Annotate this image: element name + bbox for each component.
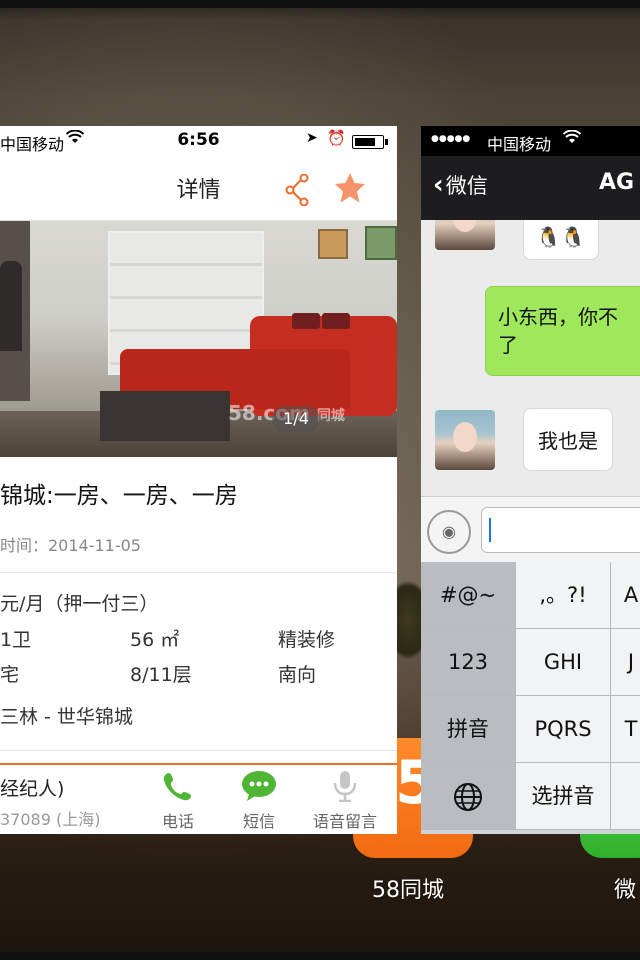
- agent-phone: 37089 (上海): [0, 810, 101, 829]
- key-ghi[interactable]: GHI: [516, 629, 611, 696]
- agent-name: 经纪人): [0, 778, 65, 800]
- photo-painting: [365, 226, 397, 260]
- app-card-wechat-chat[interactable]: ●●●●● 中国移动 ‹微信 AG 🐧🐧 小东西，你不 了 我也是 ◉ #@~ …: [421, 126, 640, 834]
- key-numbers[interactable]: 123: [421, 629, 516, 696]
- wifi-icon: [562, 129, 582, 148]
- alarm-icon: ⏰: [327, 129, 346, 147]
- message-input[interactable]: [481, 507, 640, 553]
- key-jkl[interactable]: J: [611, 629, 640, 696]
- key-symbols[interactable]: #@~: [421, 562, 516, 629]
- sms-label: 短信: [242, 812, 275, 831]
- key-tuv[interactable]: T: [611, 696, 640, 763]
- photo-cushion: [322, 313, 350, 329]
- globe-icon[interactable]: [421, 763, 516, 830]
- attr-type: 宅: [0, 664, 20, 686]
- voice-message-label: 语音留言: [312, 812, 377, 831]
- key-space[interactable]: [611, 763, 640, 830]
- key-pqrs[interactable]: PQRS: [516, 696, 611, 763]
- text-cursor: [489, 518, 491, 542]
- photo-counter: 1/4: [272, 406, 320, 432]
- voice-input-icon[interactable]: ◉: [427, 510, 471, 554]
- back-button[interactable]: ‹微信: [433, 170, 488, 200]
- location-text: 三林 - 世华锦城: [0, 706, 133, 728]
- photo-cushion: [292, 313, 320, 329]
- location-arrow-icon: ➤: [306, 130, 318, 146]
- divider: [0, 572, 397, 573]
- listing-photo[interactable]: 58.com 同城 1/4: [0, 221, 397, 457]
- input-toolbar: ◉: [421, 496, 640, 563]
- chat-message-list[interactable]: 🐧🐧 小东西，你不 了 我也是: [421, 220, 640, 496]
- favorite-star-icon[interactable]: [333, 171, 367, 205]
- message-bubble[interactable]: 我也是: [523, 408, 613, 471]
- divider: [0, 750, 397, 751]
- contact-avatar[interactable]: [435, 410, 495, 470]
- phone-icon: [163, 773, 191, 801]
- listing-title: 锦城:一房、一房、一房: [0, 483, 238, 509]
- sms-button[interactable]: 短信: [229, 770, 289, 832]
- chat-title: AG: [599, 170, 635, 195]
- app-label-wechat: 微: [614, 878, 637, 903]
- attr-floor: 8/11层: [130, 664, 192, 686]
- chevron-left-icon: ‹: [433, 170, 444, 200]
- bottom-bar-accent: [0, 763, 397, 765]
- post-date: 时间：2014-11-05: [0, 536, 141, 555]
- sms-icon: [242, 771, 276, 801]
- attr-area: 56 ㎡: [130, 629, 180, 651]
- bottom-edge: [0, 952, 640, 960]
- app-card-58-detail[interactable]: 中国移动 6:56 ➤ ⏰ 详情 58.com 同城 1/4 锦城:一房、一房、…: [0, 126, 397, 834]
- key-punctuation[interactable]: ,。?!: [516, 562, 611, 629]
- key-abc[interactable]: A: [611, 562, 640, 629]
- call-button[interactable]: 电话: [148, 770, 208, 832]
- top-edge: [0, 0, 640, 8]
- share-icon[interactable]: [285, 174, 311, 206]
- status-bar: 中国移动 6:56 ➤ ⏰: [0, 126, 397, 156]
- carrier-label: 中国移动: [487, 135, 552, 154]
- back-label: 微信: [445, 174, 488, 198]
- attr-decoration: 精装修: [278, 629, 336, 651]
- call-label: 电话: [161, 812, 194, 831]
- contact-avatar[interactable]: [435, 220, 495, 250]
- message-bubble-sent[interactable]: 小东西，你不 了: [485, 286, 640, 376]
- microphone-icon: [333, 771, 357, 802]
- key-pinyin[interactable]: 拼音: [421, 696, 516, 763]
- status-bar: ●●●●● 中国移动: [421, 126, 640, 156]
- chat-nav-bar: ‹微信 AG: [421, 156, 640, 220]
- keyboard: #@~ ,。?! A 123 GHI J 拼音 PQRS T 选拼音: [421, 562, 640, 834]
- message-bubble[interactable]: 🐧🐧: [523, 220, 599, 260]
- photo-person: [0, 261, 22, 351]
- key-choose-pinyin[interactable]: 选拼音: [516, 763, 611, 830]
- price-text: 元/月（押一付三）: [0, 593, 159, 615]
- battery-icon: [352, 135, 388, 149]
- attr-orientation: 南向: [278, 664, 317, 686]
- photo-painting: [318, 229, 348, 259]
- attr-bath: 1卫: [0, 629, 32, 651]
- signal-strength-icon: ●●●●●: [431, 134, 471, 144]
- voice-message-button[interactable]: 语音留言: [310, 770, 380, 832]
- app-label-58: 58同城: [372, 878, 444, 903]
- photo-table: [100, 391, 230, 441]
